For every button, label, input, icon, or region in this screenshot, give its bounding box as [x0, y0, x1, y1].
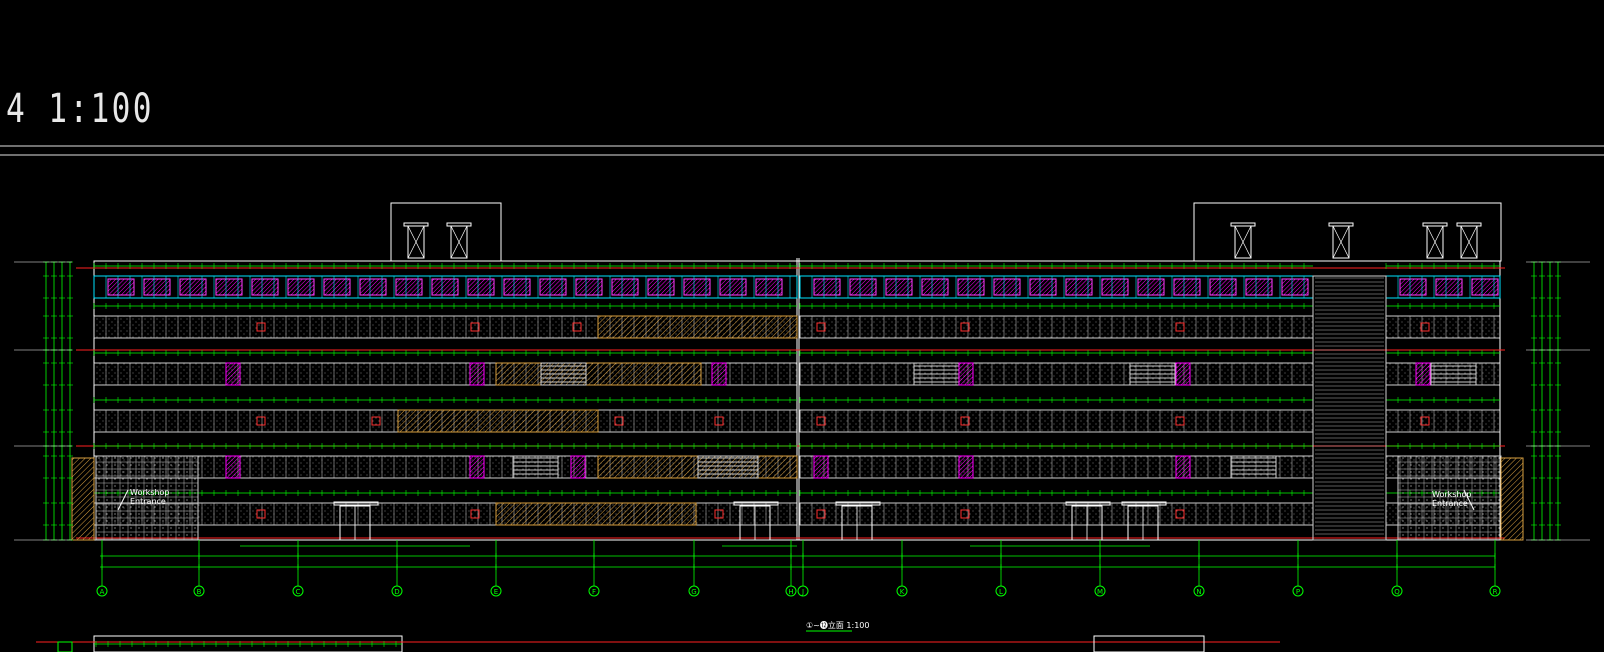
grid-label-F: F — [592, 588, 596, 596]
magenta-panel — [1415, 362, 1431, 386]
roof-stair-right — [1193, 202, 1502, 262]
stair-core — [1312, 275, 1387, 541]
magenta-panel — [1175, 362, 1191, 386]
louver-panel — [512, 455, 559, 479]
grid-label-A: A — [100, 588, 105, 596]
grid-label-L: L — [999, 588, 1003, 596]
elevation-drawing: A B C D E F G HJ K L M N P Q R — [0, 145, 1604, 652]
magenta-panel — [570, 455, 586, 479]
grid-label-M: M — [1097, 588, 1103, 596]
magenta-panel — [225, 455, 241, 479]
hatched-void — [495, 362, 702, 386]
louver-panel — [1430, 362, 1477, 386]
magenta-panel — [225, 362, 241, 386]
entrance-right-label: Workshop Entrance — [1432, 490, 1472, 508]
grid-label-G: G — [691, 588, 696, 596]
cad-viewport[interactable]: 4 1:100 ABCDEFGHJKLMNPQR Workshop Entran… — [0, 0, 1604, 652]
magenta-panel — [1175, 455, 1191, 479]
magenta-panel — [711, 362, 727, 386]
louver-panel — [697, 455, 759, 479]
window-band — [1385, 315, 1501, 339]
grid-label-C: C — [296, 588, 301, 596]
magenta-panel — [469, 455, 485, 479]
window-band — [799, 315, 1314, 339]
entrance-column-right — [1500, 457, 1524, 541]
grid-label-B: B — [197, 588, 202, 596]
grid-label-R: R — [1493, 588, 1498, 596]
window-band — [1385, 409, 1501, 433]
entrance-column-left — [71, 457, 95, 541]
hatched-void — [597, 315, 798, 339]
grid-label-N: N — [1196, 588, 1201, 596]
grid-label-E: E — [494, 588, 498, 596]
magenta-panel — [813, 455, 829, 479]
louver-panel — [540, 362, 587, 386]
grid-label-P: P — [1296, 588, 1300, 596]
window-band — [799, 409, 1314, 433]
grid-label-J: J — [801, 588, 804, 596]
magenta-panel — [958, 362, 974, 386]
entrance-left-label: Workshop Entrance — [130, 488, 170, 506]
hatched-void — [397, 409, 599, 433]
next-level-mark — [57, 641, 73, 652]
hatched-void — [495, 502, 697, 526]
louver-panel — [913, 362, 960, 386]
next-roof-structure — [1093, 635, 1205, 652]
elevation-caption: ①~⓬立面 1:100 — [806, 621, 870, 630]
grid-label-K: K — [900, 588, 905, 596]
window-band — [799, 362, 1314, 386]
grid-label-H: H — [788, 588, 793, 596]
window-band — [799, 502, 1314, 526]
magenta-panel — [958, 455, 974, 479]
magenta-panel — [469, 362, 485, 386]
grid-label-D: D — [394, 588, 399, 596]
louver-panel — [1129, 362, 1176, 386]
grid-label-Q: Q — [1394, 588, 1400, 596]
louver-panel — [1230, 455, 1277, 479]
